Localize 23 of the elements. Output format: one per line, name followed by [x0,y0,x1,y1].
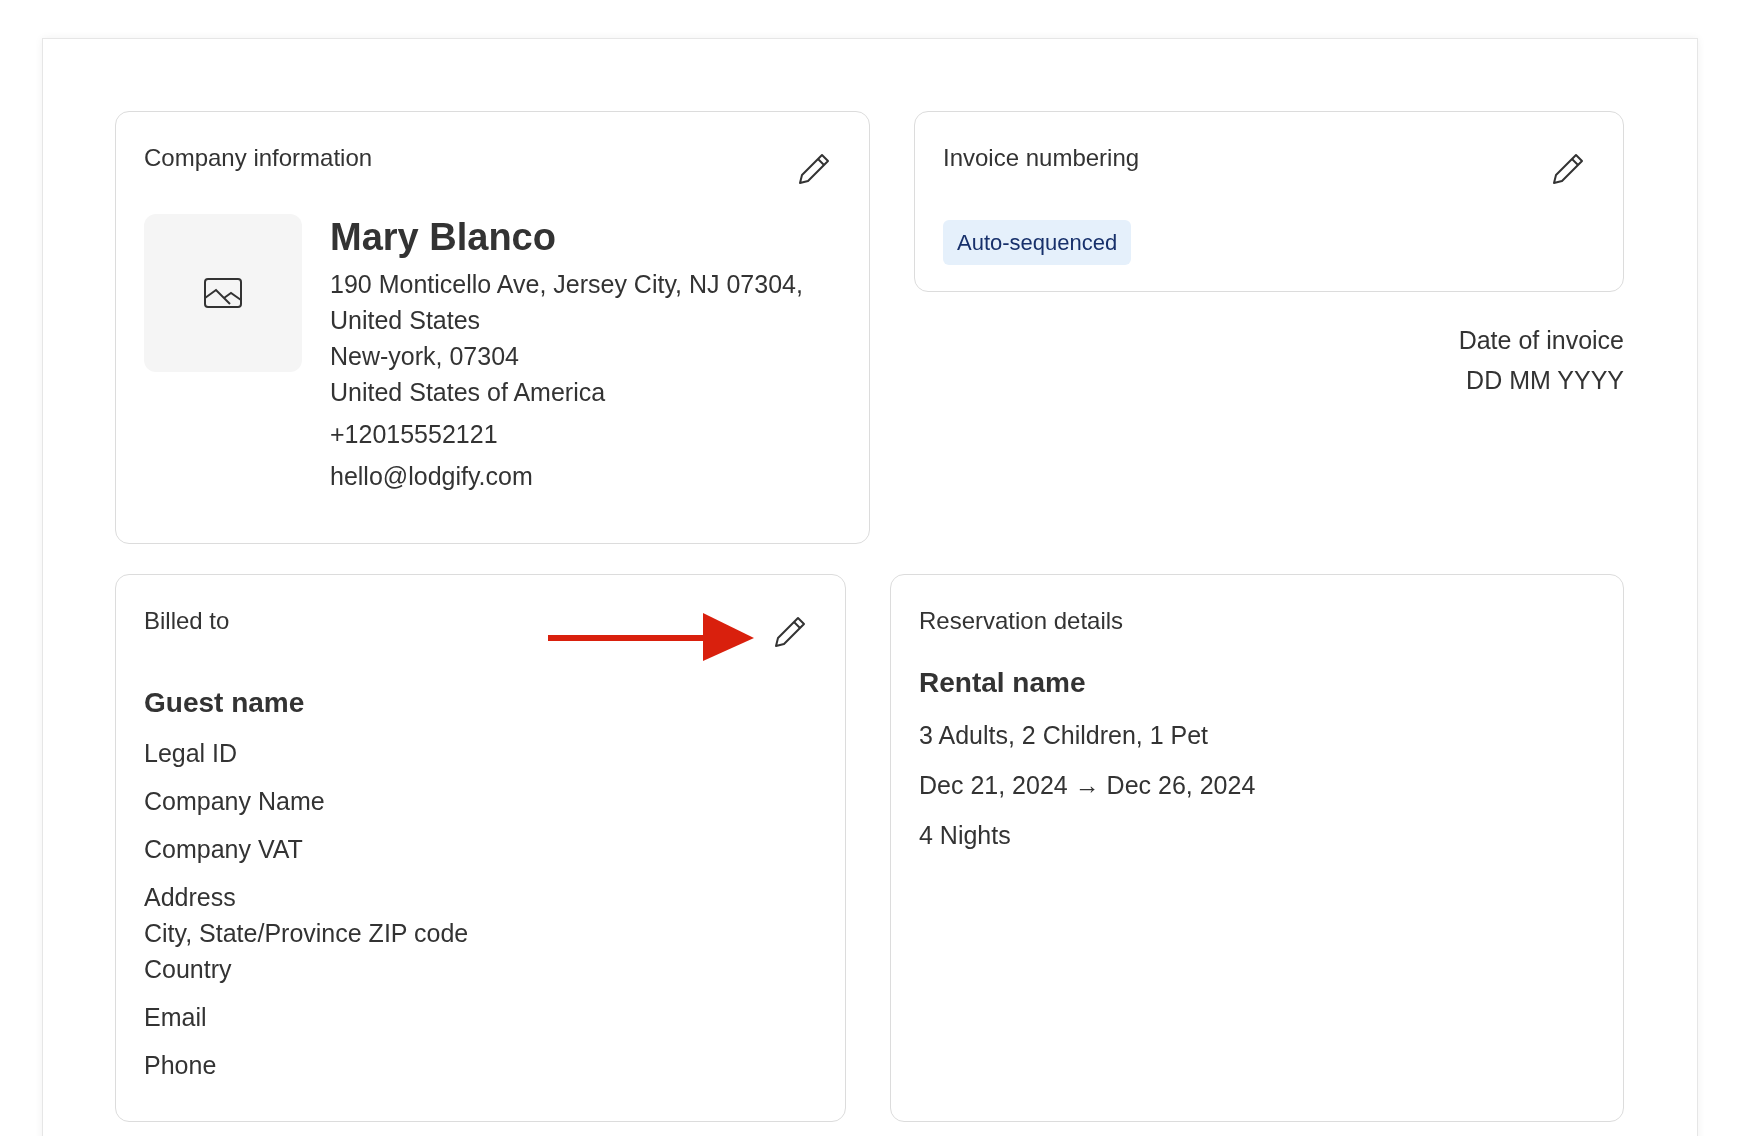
billing-field: Phone [144,1047,817,1083]
billing-field: Legal ID [144,735,817,771]
card-title: Reservation details [919,606,1124,636]
image-icon [204,278,242,308]
billing-field: Company Name [144,783,817,819]
date-value: DD MM YYYY [1466,365,1624,396]
company-address: 190 Monticello Ave, Jersey City, NJ 07304, United States New-york, 07304 United States of America [330,269,803,408]
card-title: Invoice numbering [943,143,1140,173]
card-title: Company information [144,143,373,173]
reservation-detail: 3 Adults, 2 Children, 1 Pet [919,720,1210,751]
date-label: Date of invoice [1458,325,1624,356]
company-phone: +12015552121 [330,419,499,450]
company-email: hello@lodgify.com [330,461,534,492]
company-name: Mary Blanco [330,215,557,260]
billing-field: Email [144,999,817,1035]
reservation-detail: Dec 21, 2024 → Dec 26, 2024 [919,770,1257,801]
rental-name: Rental name [919,666,1087,700]
billing-field: Company VAT [144,831,817,867]
guest-name: Guest name [144,686,306,720]
card-title: Billed to [144,606,230,636]
reservation-detail: 4 Nights [919,820,1012,851]
billing-field: Address City, State/Province ZIP code Country [144,879,817,987]
numbering-badge: Auto-sequenced [943,220,1132,265]
